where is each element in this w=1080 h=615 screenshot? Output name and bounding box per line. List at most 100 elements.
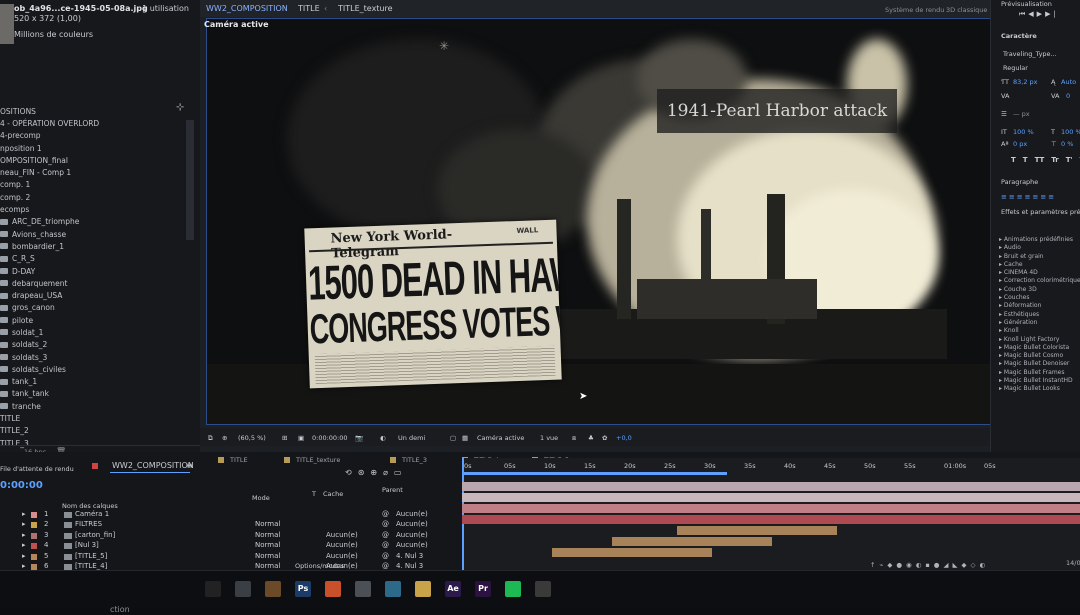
transparency-icon[interactable]: ▦ (462, 434, 468, 442)
pickwhip-icon[interactable]: @ (382, 562, 389, 570)
effect-category[interactable]: ▸ Couche 3D (999, 286, 1080, 294)
layer-matte-select[interactable]: Aucun(e) (326, 552, 358, 560)
timeline-timecode[interactable]: 0:00:00 (0, 480, 43, 491)
effect-category[interactable]: ▸ Audio (999, 244, 1080, 252)
project-item[interactable]: soldats_2 (0, 339, 185, 351)
project-item[interactable]: OMPOSITION_final (0, 154, 185, 166)
project-item[interactable]: gros_canon (0, 302, 185, 314)
vertical-scale-value[interactable]: 100 % (1013, 128, 1034, 136)
stroke-width[interactable]: — px (1013, 110, 1030, 118)
firefox-icon[interactable] (325, 581, 341, 597)
expand-icon[interactable]: ▸ (22, 541, 26, 549)
text-format-button[interactable]: T' (1066, 156, 1073, 164)
effect-category[interactable]: ▸ Esthétiques (999, 311, 1080, 319)
layer-duration-bar[interactable] (677, 526, 837, 535)
effect-category[interactable]: ▸ Correction colorimétrique (999, 277, 1080, 285)
layer-duration-bar[interactable] (462, 482, 1080, 491)
layer-row[interactable]: ▸4[Nul 3]NormalAucun(e)@Aucun(e) (0, 541, 460, 551)
project-item[interactable]: OSITIONS (0, 105, 185, 117)
expand-icon[interactable]: ▸ (22, 552, 26, 560)
pickwhip-icon[interactable]: @ (382, 541, 389, 549)
project-item[interactable]: bombardier_1 (0, 240, 185, 252)
expand-icon[interactable]: ▸ (22, 562, 26, 570)
effect-category[interactable]: ▸ Magic Bullet Frames (999, 369, 1080, 377)
project-item[interactable]: tank_tank (0, 388, 185, 400)
snapshot-icon[interactable]: 📷 (355, 434, 363, 442)
layer-duration-bar[interactable] (552, 548, 712, 557)
pickwhip-icon[interactable]: @ (382, 510, 389, 518)
layer-parent-select[interactable]: Aucun(e) (396, 520, 428, 528)
region-icon[interactable]: ▢ (450, 434, 456, 442)
renderer-value[interactable]: 3D classique (946, 6, 987, 14)
project-item[interactable]: C_R_S (0, 253, 185, 265)
project-item[interactable]: 4 - OPÉRATION OVERLORD (0, 117, 185, 129)
text-format-button[interactable]: T (1011, 156, 1016, 164)
effect-category[interactable]: ▸ Knoll Light Factory (999, 336, 1080, 344)
layer-name[interactable]: [carton_fin] (75, 531, 115, 539)
project-item[interactable]: TITLE (0, 412, 185, 424)
project-item[interactable]: tank_1 (0, 376, 185, 388)
timeline-switch-icons[interactable]: ⟲⊛⊕⌀▭ (345, 468, 407, 477)
font-size-value[interactable]: 83,2 px (1013, 78, 1038, 86)
timecode-display[interactable]: 0:00:00:00 (312, 434, 348, 442)
exposure-value[interactable]: +0,0 (616, 434, 632, 442)
video-icon[interactable] (265, 581, 281, 597)
layer-name[interactable]: [Nul 3] (75, 541, 99, 549)
layer-matte-select[interactable]: Aucun(e) (326, 541, 358, 549)
layer-label-color[interactable] (31, 522, 37, 528)
layer-label-color[interactable] (31, 533, 37, 539)
pickwhip-icon[interactable]: @ (382, 552, 389, 560)
layer-parent-select[interactable]: Aucun(e) (396, 510, 428, 518)
breadcrumb-title[interactable]: TITLE (298, 4, 320, 14)
layer-mode-select[interactable]: Normal (255, 541, 280, 549)
project-item[interactable]: nposition 1 (0, 142, 185, 154)
layer-parent-select[interactable]: 4. Nul 3 (396, 562, 423, 570)
project-item[interactable]: pilote (0, 314, 185, 326)
spotify-icon[interactable] (505, 581, 521, 597)
timeline-graph-area[interactable]: 0s05s10s15s20s25s30s35s40s45s50s55s01:00… (462, 458, 1080, 570)
app-icon[interactable] (535, 581, 551, 597)
expand-icon[interactable]: ▸ (22, 531, 26, 539)
comp-tab[interactable]: TITLE_3 (390, 456, 427, 464)
layer-label-color[interactable] (31, 543, 37, 549)
layer-mode-select[interactable]: Normal (255, 531, 280, 539)
mask-icon[interactable]: ▣ (298, 434, 304, 442)
layer-label-color[interactable] (31, 554, 37, 560)
tab-menu-icon[interactable]: ≡ (186, 461, 193, 471)
playback-controls[interactable]: ⏮◀▶▶| (1019, 10, 1059, 19)
layer-duration-bar[interactable] (612, 537, 772, 546)
layer-row[interactable]: ▸5[TITLE_5]NormalAucun(e)@4. Nul 3 (0, 552, 460, 562)
project-item[interactable]: 4-precomp (0, 130, 185, 142)
resolution-select[interactable]: Un demi (398, 434, 425, 442)
flowchart-icon[interactable]: ♣ (588, 434, 594, 442)
project-item[interactable]: debarquement (0, 277, 185, 289)
text-format-button[interactable]: Tr (1051, 156, 1058, 164)
mic-icon[interactable] (205, 581, 221, 597)
horizontal-scale-value[interactable]: 100 % (1061, 128, 1080, 136)
photoshop-icon[interactable]: Ps (295, 581, 311, 597)
search-box[interactable]: ction (110, 605, 130, 615)
zoom-select[interactable]: (60,5 %) (238, 434, 266, 442)
project-item[interactable]: soldats_3 (0, 351, 185, 363)
text-format-button[interactable]: TT (1035, 156, 1045, 164)
baseline-value[interactable]: 0 px (1013, 140, 1027, 148)
system-tray[interactable]: ↑⌁◆●◉◐▪●◢◣◆◇◐ (870, 561, 989, 569)
project-item[interactable]: Avions_chasse (0, 228, 185, 240)
work-area-bar[interactable] (462, 472, 727, 475)
layer-parent-select[interactable]: Aucun(e) (396, 531, 428, 539)
render-icon[interactable]: ⧈ (572, 434, 576, 442)
layer-duration-bar[interactable] (462, 515, 1080, 524)
magnify-icon[interactable]: ⊕ (222, 434, 227, 442)
layer-name[interactable]: [TITLE_4] (75, 562, 107, 570)
layer-name[interactable]: FILTRES (75, 520, 102, 528)
comp-tab[interactable]: TITLE (218, 456, 248, 464)
expand-icon[interactable]: ▸ (22, 510, 26, 518)
project-item[interactable]: tranche (0, 400, 185, 412)
view-layout-select[interactable]: 1 vue (540, 434, 558, 442)
effect-category[interactable]: ▸ Animations prédéfinies (999, 236, 1080, 244)
layer-name[interactable]: Caméra 1 (75, 510, 109, 518)
folder-icon[interactable] (415, 581, 431, 597)
project-item[interactable]: TITLE_2 (0, 425, 185, 437)
alignment-buttons[interactable]: ≡≡≡≡≡≡≡ (1001, 193, 1056, 201)
layer-matte-select[interactable]: Aucun(e) (326, 531, 358, 539)
